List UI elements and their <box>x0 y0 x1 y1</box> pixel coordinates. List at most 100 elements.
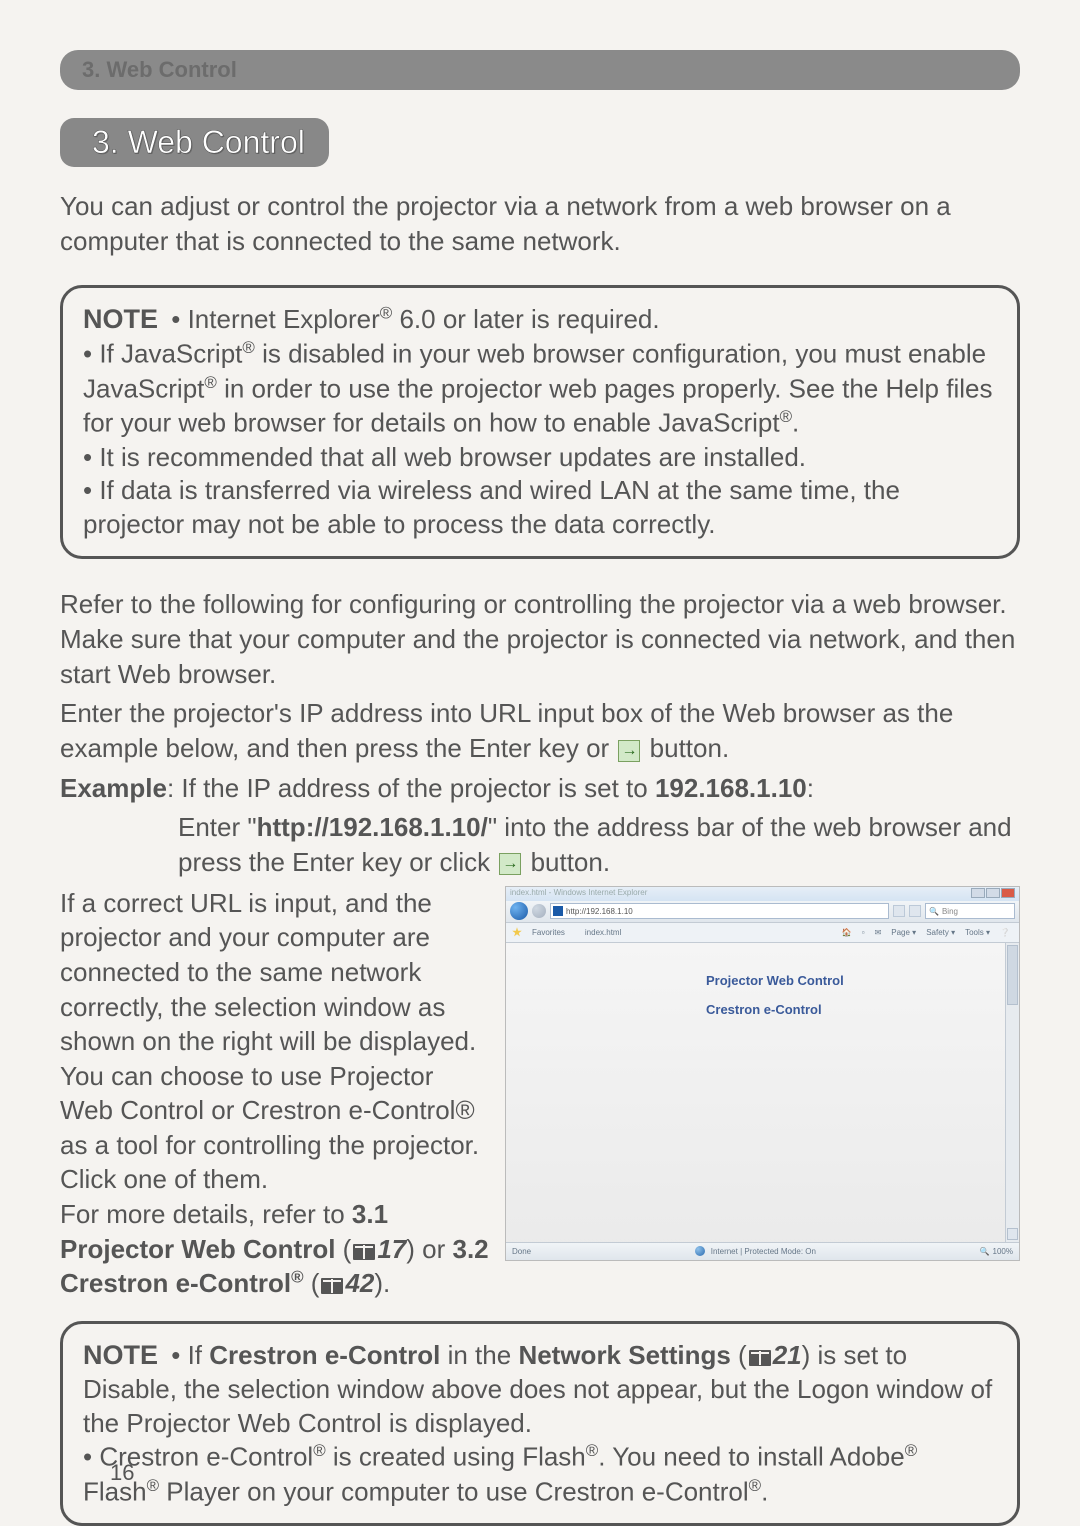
vertical-scrollbar[interactable] <box>1005 943 1019 1242</box>
address-url: http://192.168.1.10 <box>566 907 633 916</box>
note1-l1a: • Internet Explorer <box>171 304 380 334</box>
mail-icon[interactable]: ✉ <box>872 928 885 937</box>
refresh-icon[interactable] <box>893 905 905 917</box>
note2-l1c: in the <box>440 1340 518 1370</box>
search-hint: Bing <box>942 907 958 916</box>
note2-line1: NOTE • If Crestron e-Control in the Netw… <box>83 1338 997 1441</box>
search-box[interactable]: 🔍 Bing <box>925 903 1015 919</box>
back-icon[interactable] <box>510 902 528 920</box>
address-bar[interactable]: http://192.168.1.10 <box>550 903 889 919</box>
forward-icon[interactable] <box>532 904 546 918</box>
note2-l2c: . You need to install Adobe <box>598 1442 905 1472</box>
note2-l1d: Network Settings <box>518 1340 730 1370</box>
note1-l1b: 6.0 or later is required. <box>392 304 659 334</box>
home-icon[interactable]: 🏠 <box>839 928 855 937</box>
ie-window-title: index.html - Windows Internet Explorer <box>510 888 647 900</box>
note2-l1e: ( <box>731 1340 747 1370</box>
status-done: Done <box>512 1247 531 1256</box>
example-b: : <box>807 773 814 803</box>
maximize-icon[interactable] <box>986 888 1000 898</box>
reg-mark: ® <box>749 1476 761 1495</box>
note1-line3: • It is recommended that all web browser… <box>83 441 997 475</box>
intro-paragraph: You can adjust or control the projector … <box>60 189 1020 259</box>
example-line1: Example: If the IP address of the projec… <box>60 771 1020 806</box>
section-title-pill: 3. Web Control <box>60 118 329 167</box>
reg-mark: ® <box>313 1441 325 1460</box>
left-column: If a correct URL is input, and the proje… <box>60 886 489 1301</box>
manual-ref-icon <box>321 1278 343 1294</box>
ie-status-bar: Done Internet | Protected Mode: On 🔍 100… <box>506 1242 1019 1260</box>
left-p2h: 42 <box>345 1268 374 1298</box>
note1-l2d: . <box>792 408 799 438</box>
example-ip: 192.168.1.10 <box>655 773 807 803</box>
reg-mark: ® <box>204 373 216 392</box>
link-projector-web-control[interactable]: Projector Web Control <box>706 973 999 988</box>
left-p2d: 17 <box>377 1234 406 1264</box>
reg-mark: ® <box>380 304 392 323</box>
note1-line1: NOTE • Internet Explorer® 6.0 or later i… <box>83 302 997 337</box>
two-column-row: If a correct URL is input, and the proje… <box>60 886 1020 1301</box>
note1-line4: • If data is transferred via wireless an… <box>83 474 997 542</box>
manual-ref-icon <box>749 1350 771 1366</box>
note2-l1a: • If <box>171 1340 209 1370</box>
note-box-2: NOTE • If Crestron e-Control in the Netw… <box>60 1321 1020 1526</box>
browser-screenshot: index.html - Windows Internet Explorer h… <box>505 886 1020 1261</box>
note2-l2f: . <box>761 1477 768 1507</box>
scrollbar-thumb[interactable] <box>1007 945 1018 1005</box>
ie-titlebar: index.html - Windows Internet Explorer <box>506 887 1019 901</box>
ie-toolbar: Favorites index.html 🏠 ▫ ✉ Page ▾ Safety… <box>506 923 1019 943</box>
stop-icon[interactable] <box>909 905 921 917</box>
section-title: 3. Web Control <box>92 124 305 160</box>
ex-line2c: button. <box>523 847 610 877</box>
tab-label[interactable]: index.html <box>585 928 621 937</box>
scroll-down-icon[interactable] <box>1007 1228 1018 1240</box>
go-icon: → <box>499 853 521 875</box>
menu-tools[interactable]: Tools ▾ <box>962 928 993 937</box>
example-label: Example <box>60 773 167 803</box>
body-p2b: button. <box>642 733 729 763</box>
note2-l2e: Player on your computer to use Crestron … <box>159 1477 749 1507</box>
left-p2c: ( <box>335 1234 351 1264</box>
close-icon[interactable] <box>1001 888 1015 898</box>
example-a: : If the IP address of the projector is … <box>167 773 655 803</box>
search-icon: 🔍 <box>929 907 939 916</box>
note2-l1b: Crestron e-Control <box>209 1340 440 1370</box>
link-crestron-e-control[interactable]: Crestron e-Control <box>706 1002 999 1017</box>
menu-safety[interactable]: Safety ▾ <box>923 928 958 937</box>
minimize-icon[interactable] <box>971 888 985 898</box>
note2-l2b: is created using Flash <box>326 1442 586 1472</box>
example-line2: Enter "http://192.168.1.10/" into the ad… <box>60 810 1020 880</box>
favorites-label[interactable]: Favorites <box>532 928 565 937</box>
favicon-icon <box>553 906 563 916</box>
help-icon[interactable]: ❔ <box>997 928 1013 937</box>
zoom-icon[interactable]: 🔍 <box>980 1247 990 1256</box>
left-p2e: ) or <box>406 1234 452 1264</box>
note-box-1: NOTE • Internet Explorer® 6.0 or later i… <box>60 285 1020 559</box>
status-zoom: 100% <box>993 1247 1013 1256</box>
left-p2g: ( <box>304 1268 320 1298</box>
reg-mark: ® <box>905 1441 917 1460</box>
status-zoom-group: 🔍 100% <box>980 1247 1013 1256</box>
left-p1: If a correct URL is input, and the proje… <box>60 888 479 1195</box>
note1-l2c: in order to use the projector web pages … <box>83 373 992 437</box>
menu-page[interactable]: Page ▾ <box>888 928 919 937</box>
status-mode: Internet | Protected Mode: On <box>711 1247 816 1256</box>
reg-mark: ® <box>291 1267 303 1286</box>
reg-mark: ® <box>780 407 792 426</box>
ex-url: http://192.168.1.10/ <box>257 812 488 842</box>
reg-mark: ® <box>586 1441 598 1460</box>
note-label: NOTE <box>83 1340 158 1370</box>
page-number: 16 <box>110 1460 134 1486</box>
ie-content-area: Projector Web Control Crestron e-Control <box>506 943 1019 1017</box>
note2-line2: • Crestron e-Control® is created using F… <box>83 1440 997 1509</box>
window-buttons <box>971 888 1015 900</box>
body-p1: Refer to the following for configuring o… <box>60 587 1020 692</box>
favorites-star-icon[interactable] <box>512 927 522 937</box>
ie-navbar: http://192.168.1.10 🔍 Bing <box>506 901 1019 923</box>
note2-l1f: 21 <box>773 1340 802 1370</box>
feeds-icon[interactable]: ▫ <box>859 928 868 937</box>
breadcrumb: 3. Web Control <box>60 50 1020 90</box>
body-p2: Enter the projector's IP address into UR… <box>60 696 1020 766</box>
reg-mark: ® <box>147 1476 159 1495</box>
note1-l2a: • If JavaScript <box>83 339 242 369</box>
